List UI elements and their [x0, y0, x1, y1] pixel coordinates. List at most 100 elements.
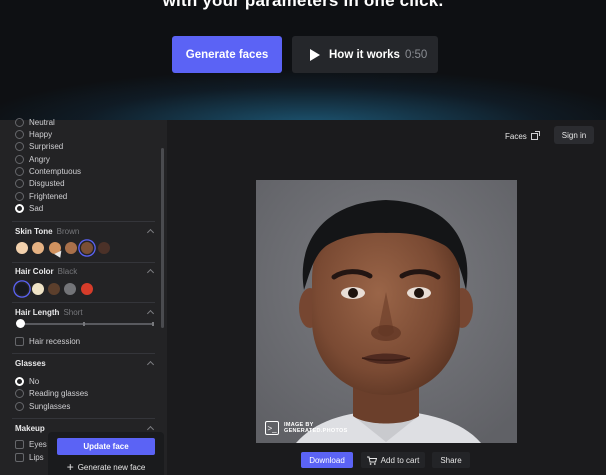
makeup-title: Makeup: [15, 424, 45, 433]
emotion-option-neutral[interactable]: Neutral: [15, 116, 55, 128]
watermark-line-1: IMAGE BY: [284, 421, 314, 428]
skin-tone-swatch-6[interactable]: [98, 242, 110, 254]
glasses-title: Glasses: [15, 359, 46, 368]
emotion-label: Neutral: [29, 117, 55, 127]
emotion-label: Surprised: [29, 141, 64, 151]
section-divider: [12, 262, 155, 263]
slider-tick: [83, 322, 85, 326]
radio-icon: [15, 129, 24, 139]
how-it-works-duration: 0:50: [404, 48, 428, 61]
section-divider: [12, 353, 155, 354]
glasses-option-reading[interactable]: Reading glasses: [15, 387, 88, 399]
hair-color-swatch-3[interactable]: [48, 283, 60, 295]
hair-color-swatch-2[interactable]: [32, 283, 44, 295]
makeup-lips-label: Lips: [29, 452, 44, 462]
external-link-icon: [530, 130, 540, 140]
emotion-label: Contemptuous: [29, 166, 82, 176]
skin-tone-swatch-5-selected[interactable]: [81, 242, 93, 254]
skin-tone-title: Skin Tone: [15, 227, 53, 236]
glasses-label: No: [29, 376, 40, 386]
emotion-option-contemptuous[interactable]: Contemptuous: [15, 165, 81, 177]
sign-in-button[interactable]: Sign in: [554, 126, 594, 144]
faces-link[interactable]: Faces: [505, 129, 540, 143]
face-illustration: [256, 180, 517, 443]
emotion-option-surprised[interactable]: Surprised: [15, 140, 63, 152]
emotion-option-sad[interactable]: Sad: [15, 202, 43, 214]
hair-color-swatch-1-selected[interactable]: [16, 283, 28, 295]
emotion-label: Sad: [29, 203, 44, 213]
skin-tone-swatch-1[interactable]: [16, 242, 28, 254]
panel-scrollbar[interactable]: [161, 148, 164, 328]
hero-headline: with your parameters in one click.: [162, 0, 444, 10]
checkbox-icon: [15, 452, 24, 462]
download-button[interactable]: Download: [301, 452, 353, 468]
how-it-works-label: How it works: [329, 48, 400, 61]
skin-tone-swatch-2[interactable]: [32, 242, 44, 254]
makeup-eyes-label: Eyes: [29, 439, 47, 449]
hair-length-title: Hair Length: [15, 308, 60, 317]
generated-face-photo: [256, 180, 517, 443]
cart-icon: [366, 456, 377, 465]
hair-color-value: Black: [57, 267, 78, 276]
share-button[interactable]: Share: [432, 452, 470, 468]
radio-selected-icon: [15, 376, 24, 386]
generated-photos-logo-icon: >_: [265, 421, 279, 435]
generate-new-face-button[interactable]: + Generate new face: [57, 459, 155, 475]
emotion-label: Disgusted: [29, 178, 65, 188]
emotion-label: Happy: [29, 129, 53, 139]
makeup-header[interactable]: Makeup: [15, 424, 45, 433]
glasses-label: Reading glasses: [29, 388, 89, 398]
generate-faces-button[interactable]: Generate faces: [172, 36, 282, 73]
checkbox-icon: [15, 439, 24, 449]
hair-length-slider-thumb[interactable]: [16, 319, 25, 328]
radio-icon: [15, 191, 24, 201]
update-face-button[interactable]: Update face: [57, 438, 155, 455]
hair-recession-label: Hair recession: [29, 336, 81, 346]
hero-banner: with your parameters in one click. Gener…: [0, 0, 606, 120]
radio-icon: [15, 401, 24, 411]
glasses-header[interactable]: Glasses: [15, 359, 46, 368]
app-window: with your parameters in one click. Gener…: [0, 0, 606, 475]
emotion-label: Angry: [29, 154, 50, 164]
radio-selected-icon: [15, 203, 24, 213]
watermark: >_ IMAGE BY GENERATED.PHOTOS: [265, 419, 348, 437]
add-to-cart-button[interactable]: Add to cart: [361, 452, 425, 468]
skin-tone-value: Brown: [56, 227, 80, 236]
faces-label: Faces: [505, 131, 527, 141]
hair-color-title: Hair Color: [15, 267, 54, 276]
radio-icon: [15, 166, 24, 176]
generate-new-face-label: Generate new face: [77, 462, 146, 472]
section-divider: [12, 302, 155, 303]
hair-length-header[interactable]: Hair Length Short: [15, 308, 83, 317]
makeup-lips-checkbox[interactable]: Lips: [15, 451, 44, 463]
section-divider: [12, 221, 155, 222]
radio-icon: [15, 178, 24, 188]
hair-color-swatch-5[interactable]: [81, 283, 93, 295]
glasses-option-sunglasses[interactable]: Sunglasses: [15, 400, 70, 412]
hair-color-swatch-4[interactable]: [64, 283, 76, 295]
watermark-line-2: GENERATED.PHOTOS: [284, 428, 348, 434]
emotion-option-frightened[interactable]: Frightened: [15, 190, 67, 202]
skin-tone-header[interactable]: Skin Tone Brown: [15, 227, 79, 236]
radio-icon: [15, 141, 24, 151]
play-icon: [310, 48, 320, 61]
emotion-option-disgusted[interactable]: Disgusted: [15, 177, 65, 189]
emotion-option-happy[interactable]: Happy: [15, 128, 52, 140]
how-it-works-button[interactable]: How it works 0:50: [292, 36, 438, 73]
hair-length-value: Short: [63, 308, 83, 317]
slider-tick: [152, 322, 154, 326]
radio-icon: [15, 154, 24, 164]
plus-icon: +: [66, 460, 74, 474]
section-divider: [12, 418, 155, 419]
hair-recession-checkbox[interactable]: Hair recession: [15, 335, 80, 347]
glasses-option-no[interactable]: No: [15, 375, 39, 387]
checkbox-icon: [15, 336, 24, 346]
emotion-label: Frightened: [29, 191, 68, 201]
makeup-eyes-checkbox[interactable]: Eyes: [15, 438, 47, 450]
skin-tone-swatch-4[interactable]: [65, 242, 77, 254]
add-to-cart-label: Add to cart: [380, 455, 420, 465]
emotion-option-angry[interactable]: Angry: [15, 153, 50, 165]
hair-color-header[interactable]: Hair Color Black: [15, 267, 77, 276]
hair-length-slider[interactable]: [19, 322, 154, 326]
radio-icon: [15, 117, 24, 127]
